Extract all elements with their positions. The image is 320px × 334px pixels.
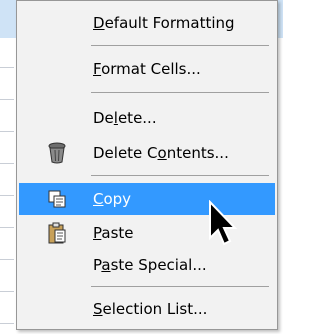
menu-item-default-formatting[interactable]: Default Formatting [19, 7, 275, 39]
menu-separator [91, 45, 269, 46]
row-gridline [0, 131, 14, 132]
row-gridline [0, 195, 14, 196]
menu-separator [91, 286, 269, 287]
row-gridline [0, 259, 14, 260]
row-gridline [0, 291, 14, 292]
row-gridline [0, 323, 14, 324]
menu-item-label: Paste [93, 224, 134, 242]
row-gridline [0, 163, 14, 164]
menu-separator [91, 175, 269, 176]
menu-item-paste-special[interactable]: Paste Special... [19, 249, 275, 281]
menu-item-label: Paste Special... [93, 256, 207, 274]
menu-item-format-cells[interactable]: Format Cells... [19, 53, 275, 85]
context-menu: Default Formatting Format Cells... Delet… [16, 0, 278, 330]
menu-separator [91, 92, 269, 93]
menu-item-label: Default Formatting [93, 14, 235, 32]
clipboard-paste-icon [47, 222, 67, 244]
menu-item-selection-list[interactable]: Selection List... [19, 293, 275, 325]
menu-item-delete[interactable]: Delete... [19, 102, 275, 134]
row-gridline [0, 99, 14, 100]
copy-icon [47, 189, 67, 209]
menu-item-label: Selection List... [93, 300, 208, 318]
screenshot-stage: 00000 F Default Formatting Format Cells.… [0, 0, 283, 334]
mouse-cursor-icon [208, 199, 238, 250]
menu-item-label: Copy [93, 190, 132, 208]
trash-can-icon [47, 142, 67, 164]
row-gridline [0, 67, 14, 68]
row-gridline [0, 227, 14, 228]
menu-item-delete-contents[interactable]: Delete Contents... [19, 137, 275, 169]
menu-item-label: Delete Contents... [93, 144, 229, 162]
menu-item-label: Delete... [93, 109, 157, 127]
menu-item-label: Format Cells... [93, 60, 201, 78]
